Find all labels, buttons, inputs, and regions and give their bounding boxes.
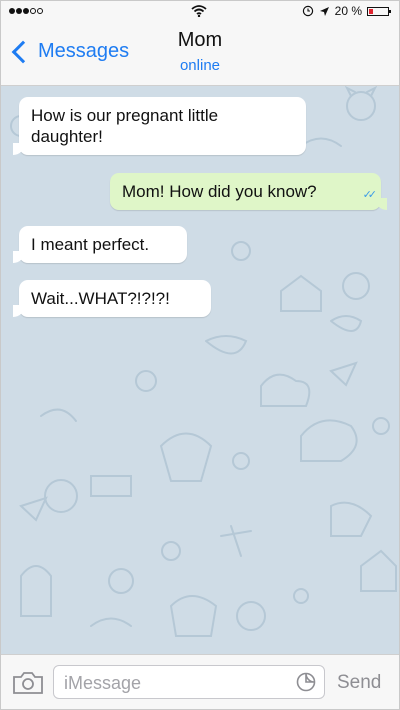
message-bubble-incoming[interactable]: I meant perfect. [13,226,187,263]
message-text: I meant perfect. [31,235,150,254]
message-input-field[interactable] [53,665,325,699]
battery-icon [367,6,391,16]
signal-dots-icon [9,8,43,14]
camera-icon[interactable] [13,672,43,694]
status-bar: 20 % [1,1,399,23]
message-bubble-incoming[interactable]: How is our pregnant little daughter! [13,97,306,155]
double-check-icon: ✓✓ [362,189,378,201]
navigation-bar: Messages Mom online [1,23,399,86]
contact-name[interactable]: Mom [1,29,399,52]
send-button[interactable]: Send [337,672,381,694]
chat-background-pattern [10,86,397,637]
sticker-icon[interactable] [296,672,316,692]
contact-status: online [179,57,221,74]
alarm-icon [302,5,313,17]
phone-screen: 20 % Messages Mom online How is our preg… [0,0,400,710]
message-text: Mom! How did you know? [122,182,317,201]
message-bubble-incoming[interactable]: Wait...WHAT?!?!?! [13,280,211,317]
location-arrow-icon [319,6,329,16]
battery-percentage: 20 % [334,4,362,18]
message-composer: Send [1,654,399,709]
message-text: How is our pregnant little daughter! [31,106,219,146]
message-input[interactable] [62,671,286,695]
message-bubble-outgoing[interactable]: Mom! How did you know? ✓✓ [110,173,387,210]
chat-area[interactable]: How is our pregnant little daughter! Mom… [1,86,399,654]
wifi-icon [191,5,207,17]
message-text: Wait...WHAT?!?!?! [31,289,170,308]
